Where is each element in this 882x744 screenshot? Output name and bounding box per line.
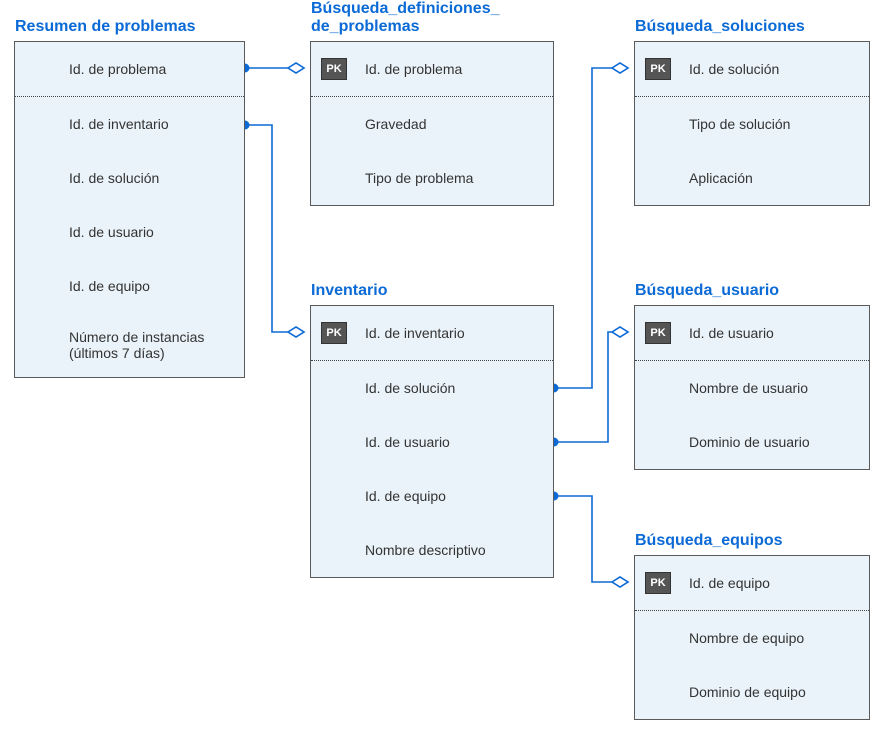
field-row: Id. de solución — [15, 151, 244, 205]
field-row: Id. de usuario — [15, 205, 244, 259]
field-label: Id. de solución — [681, 61, 857, 77]
entity-title: Búsqueda_soluciones — [635, 18, 805, 36]
field-label: Nombre de usuario — [681, 380, 857, 396]
field-label: Id. de equipo — [61, 278, 232, 294]
entity-defs: Búsqueda_definiciones_ de_problemas PK I… — [310, 41, 554, 206]
field-label: Id. de equipo — [681, 575, 857, 591]
field-row: Tipo de solución — [635, 97, 869, 151]
field-label: Id. de solución — [61, 170, 232, 186]
entity-title: Búsqueda_equipos — [635, 532, 783, 550]
entity-title: Búsqueda_definiciones_ de_problemas — [311, 0, 500, 37]
field-row: Número de instancias (últimos 7 días) — [15, 313, 244, 377]
entity-equipos: Búsqueda_equipos PK Id. de equipo Nombre… — [634, 555, 870, 720]
field-row: Id. de equipo — [15, 259, 244, 313]
field-label: Dominio de usuario — [681, 434, 857, 450]
field-row: Gravedad — [311, 97, 553, 151]
entity-title: Resumen de problemas — [15, 18, 196, 36]
field-label: Nombre descriptivo — [357, 542, 541, 558]
field-row: PK Id. de usuario — [635, 306, 869, 360]
pk-badge: PK — [645, 572, 671, 594]
field-row: PK Id. de inventario — [311, 306, 553, 360]
entity-usuario: Búsqueda_usuario PK Id. de usuario Nombr… — [634, 305, 870, 470]
field-row: Id. de solución — [311, 361, 553, 415]
pk-badge: PK — [321, 58, 347, 80]
field-row: Id. de inventario — [15, 97, 244, 151]
field-row: Tipo de problema — [311, 151, 553, 205]
field-row: PK Id. de solución — [635, 42, 869, 96]
entity-inventario: Inventario PK Id. de inventario Id. de s… — [310, 305, 554, 578]
field-label: Id. de usuario — [357, 434, 541, 450]
field-label: Id. de solución — [357, 380, 541, 396]
field-row: Nombre de usuario — [635, 361, 869, 415]
entity-resumen: Resumen de problemas Id. de problema Id.… — [14, 41, 245, 378]
entity-title: Inventario — [311, 282, 387, 300]
field-row: Nombre de equipo — [635, 611, 869, 665]
entity-title: Búsqueda_usuario — [635, 282, 779, 300]
field-row: PK Id. de problema — [311, 42, 553, 96]
field-label: Id. de problema — [357, 61, 541, 77]
field-label: Id. de usuario — [681, 325, 857, 341]
field-row: Nombre descriptivo — [311, 523, 553, 577]
field-row: Id. de equipo — [311, 469, 553, 523]
field-label: Número de instancias (últimos 7 días) — [61, 329, 232, 361]
field-label: Nombre de equipo — [681, 630, 857, 646]
field-label: Gravedad — [357, 116, 541, 132]
field-label: Id. de inventario — [357, 325, 541, 341]
pk-badge: PK — [645, 58, 671, 80]
field-label: Id. de equipo — [357, 488, 541, 504]
field-row: PK Id. de equipo — [635, 556, 869, 610]
field-label: Aplicación — [681, 170, 857, 186]
field-label: Dominio de equipo — [681, 684, 857, 700]
pk-badge: PK — [321, 322, 347, 344]
field-row: Aplicación — [635, 151, 869, 205]
field-row: Dominio de usuario — [635, 415, 869, 469]
field-row: Id. de problema — [15, 42, 244, 96]
field-label: Id. de usuario — [61, 224, 232, 240]
field-label: Tipo de solución — [681, 116, 857, 132]
field-row: Dominio de equipo — [635, 665, 869, 719]
field-label: Id. de inventario — [61, 116, 232, 132]
field-row: Id. de usuario — [311, 415, 553, 469]
field-label: Id. de problema — [61, 61, 232, 77]
field-label: Tipo de problema — [357, 170, 541, 186]
pk-badge: PK — [645, 322, 671, 344]
entity-soluciones: Búsqueda_soluciones PK Id. de solución T… — [634, 41, 870, 206]
